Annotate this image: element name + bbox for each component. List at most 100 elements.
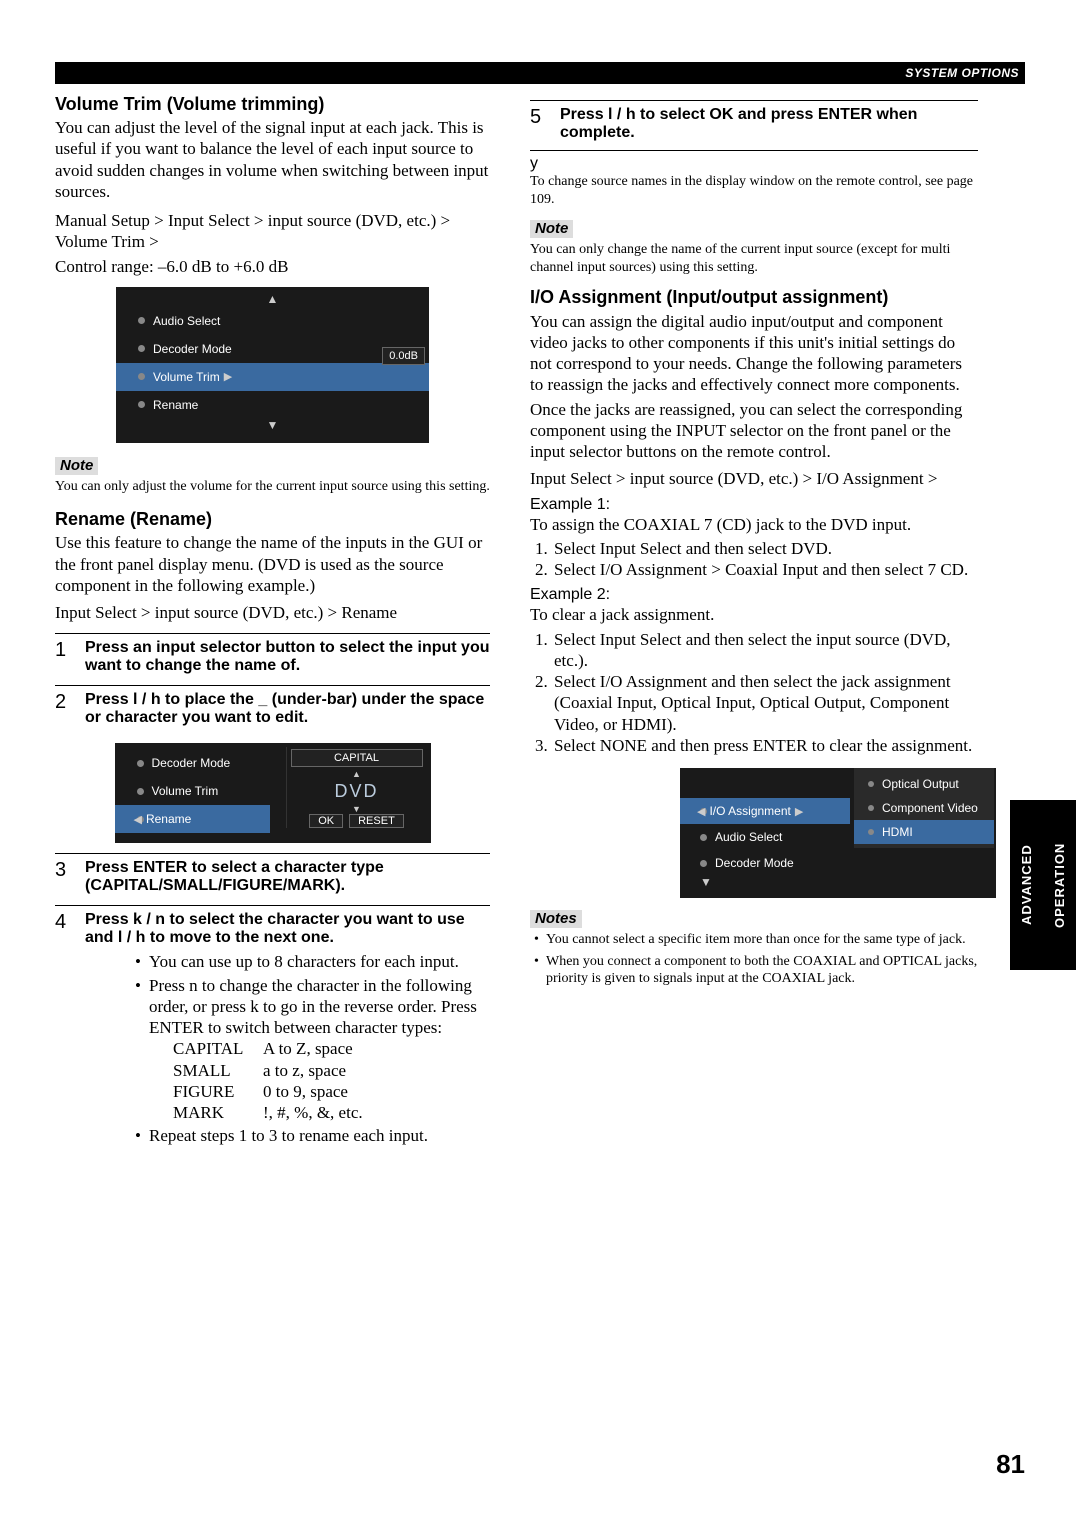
bullet: Press n to change the character in the f…: [135, 975, 490, 1124]
gui-item-label: Rename: [146, 812, 191, 826]
io-assignment-heading: I/O Assignment (Input/output assignment): [530, 286, 978, 309]
notes-label: Notes: [530, 910, 582, 928]
grid-cell: FIGURE: [173, 1081, 263, 1102]
example-2-list: Select Input Select and then select the …: [530, 629, 978, 757]
note-label: Note: [55, 457, 98, 475]
example-1-heading: Example 1:: [530, 496, 978, 514]
ok-button: OK: [309, 814, 343, 828]
step-1: 1 Press an input selector button to sele…: [55, 633, 490, 675]
step-2: 2 Press l / h to place the _ (under-bar)…: [55, 685, 490, 727]
step-5: 5 Press l / h to select OK and press ENT…: [530, 100, 978, 142]
step-number: 5: [530, 106, 548, 142]
list-item: Select NONE and then press ENTER to clea…: [552, 735, 978, 756]
chevron-left-icon: ◀: [134, 813, 142, 826]
right-column: 5 Press l / h to select OK and press ENT…: [530, 90, 978, 1149]
scroll-down-icon: ▼: [116, 419, 429, 433]
rename-heading: Rename (Rename): [55, 509, 490, 530]
notes-list: You cannot select a specific item more t…: [530, 931, 978, 988]
grid-cell: MARK: [173, 1102, 263, 1123]
gui-sub-item-selected: HDMI: [854, 820, 994, 844]
triangle-down-icon: ▼: [287, 804, 427, 814]
tab-text: OPERATION: [1052, 842, 1067, 927]
gui-item: Decoder Mode: [153, 342, 232, 356]
hint-text: To change source names in the display wi…: [530, 173, 978, 208]
bullet-text: Press n to change the character in the f…: [149, 976, 477, 1038]
volume-trim-range: Control range: –6.0 dB to +6.0 dB: [55, 256, 490, 277]
grid-cell: 0 to 9, space: [263, 1081, 490, 1102]
step-number: 2: [55, 691, 73, 727]
note-label: Note: [530, 220, 573, 238]
gui-sub-item: Optical Output: [882, 777, 959, 791]
section-thumb-tab: ADVANCED OPERATION: [1010, 800, 1080, 970]
step-4-text: Press k / n to select the character you …: [85, 911, 465, 946]
list-item: Select I/O Assignment > Coaxial Input an…: [552, 559, 978, 580]
io-desc-2: Once the jacks are reassigned, you can s…: [530, 399, 978, 463]
list-item: Select Input Select and then select DVD.: [552, 538, 978, 559]
rename-path: Input Select > input source (DVD, etc.) …: [55, 602, 490, 623]
grid-cell: a to z, space: [263, 1060, 490, 1081]
page: SYSTEM OPTIONS Volume Trim (Volume trimm…: [0, 0, 1080, 1526]
step-4: 4 Press k / n to select the character yo…: [55, 905, 490, 1148]
rename-value: DVD: [287, 781, 427, 802]
gui-item-selected: ◀ I/O Assignment ▶: [680, 798, 850, 824]
grid-cell: A to Z, space: [263, 1038, 490, 1059]
tab-advanced: ADVANCED: [1010, 800, 1043, 970]
grid-cell: CAPITAL: [173, 1038, 263, 1059]
step-body: Press an input selector button to select…: [85, 639, 490, 675]
bullet: Repeat steps 1 to 3 to rename each input…: [135, 1125, 490, 1146]
section-header-text: SYSTEM OPTIONS: [905, 66, 1019, 80]
volume-trim-heading: Volume Trim (Volume trimming): [55, 94, 490, 115]
left-column: Volume Trim (Volume trimming) You can ad…: [55, 90, 490, 1149]
gui-item: Decoder Mode: [152, 756, 231, 770]
gui-sub-item-label: HDMI: [882, 825, 913, 839]
chevron-right-icon: ▶: [224, 370, 232, 383]
step-body: Press k / n to select the character you …: [85, 911, 490, 1148]
chevron-left-icon: ◀: [697, 805, 705, 818]
note-text: You can only adjust the volume for the c…: [55, 478, 490, 496]
step-body: Press ENTER to select a character type (…: [85, 859, 490, 895]
gui-item-selected: Volume Trim ▶: [116, 363, 429, 391]
gui-item-label: Volume Trim: [153, 370, 220, 384]
gui-item: Audio Select: [153, 314, 220, 328]
volume-trim-desc: You can adjust the level of the signal i…: [55, 117, 490, 202]
page-number: 81: [996, 1449, 1025, 1480]
step-number: 1: [55, 639, 73, 675]
example-1-desc: To assign the COAXIAL 7 (CD) jack to the…: [530, 514, 978, 535]
gui-item: Rename: [153, 398, 198, 412]
triangle-up-icon: ▲: [287, 769, 427, 779]
char-type-grid: CAPITALA to Z, space SMALLa to z, space …: [173, 1038, 490, 1123]
gui-item: Volume Trim: [152, 784, 219, 798]
io-assignment-gui: ◀ I/O Assignment ▶ Audio Select Decoder …: [680, 768, 996, 898]
rename-gui: Decoder Mode Volume Trim ◀ Rename CAPITA…: [115, 743, 431, 843]
step-number: 3: [55, 859, 73, 895]
tab-operation: OPERATION: [1043, 800, 1076, 970]
gui-value-box: 0.0dB: [382, 347, 425, 365]
bullet: You can use up to 8 characters for each …: [135, 951, 490, 972]
gui-item: Audio Select: [715, 830, 782, 844]
grid-cell: SMALL: [173, 1060, 263, 1081]
io-desc-1: You can assign the digital audio input/o…: [530, 311, 978, 396]
note-text: You can only change the name of the curr…: [530, 241, 978, 276]
step-body: Press l / h to place the _ (under-bar) u…: [85, 691, 490, 727]
scroll-down-icon: ▼: [680, 876, 850, 890]
example-2-heading: Example 2:: [530, 586, 978, 604]
example-1-list: Select Input Select and then select DVD.…: [530, 538, 978, 581]
list-item: Select Input Select and then select the …: [552, 629, 978, 672]
reset-button: RESET: [349, 814, 404, 828]
gui-sub-item: Component Video: [882, 801, 978, 815]
gui-item-selected: ◀ Rename: [115, 805, 270, 833]
char-type-box: CAPITAL: [291, 749, 423, 767]
step-3: 3 Press ENTER to select a character type…: [55, 853, 490, 895]
grid-cell: !, #, %, &, etc.: [263, 1102, 490, 1123]
note-bullet: You cannot select a specific item more t…: [546, 931, 978, 949]
rename-desc: Use this feature to change the name of t…: [55, 532, 490, 596]
section-header-bar: SYSTEM OPTIONS: [55, 62, 1025, 84]
chevron-right-icon: ▶: [795, 805, 803, 818]
volume-trim-path: Manual Setup > Input Select > input sour…: [55, 210, 490, 253]
list-item: Select I/O Assignment and then select th…: [552, 671, 978, 735]
io-path: Input Select > input source (DVD, etc.) …: [530, 468, 978, 489]
tab-text: ADVANCED: [1019, 845, 1034, 926]
step-body: Press l / h to select OK and press ENTER…: [560, 106, 978, 142]
note-bullet: When you connect a component to both the…: [546, 953, 978, 988]
gui-item-label: I/O Assignment: [709, 804, 790, 818]
